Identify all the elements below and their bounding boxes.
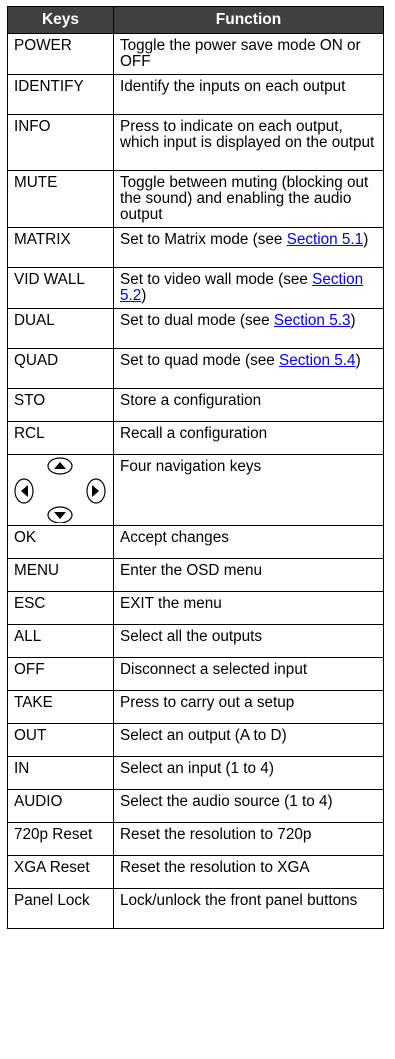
key-cell: MENU xyxy=(7,558,114,592)
key-cell: STO xyxy=(7,388,114,422)
table-row: OFF Disconnect a selected input xyxy=(7,657,384,691)
function-suffix: ) xyxy=(141,287,147,304)
arrow-up-icon xyxy=(47,457,73,475)
table-row: ESC EXIT the menu xyxy=(7,591,384,625)
function-cell: Set to Matrix mode (see Section 5.1) xyxy=(113,227,384,268)
table-row: MUTE Toggle between muting (blocking out… xyxy=(7,170,384,228)
function-text: Set to quad mode (see xyxy=(120,352,280,369)
function-cell: Lock/unlock the front panel buttons xyxy=(113,888,384,929)
function-cell: Press to indicate on each output, which … xyxy=(113,114,384,171)
key-cell: INFO xyxy=(7,114,114,171)
table-row: DUAL Set to dual mode (see Section 5.3) xyxy=(7,308,384,349)
table-row: OUT Select an output (A to D) xyxy=(7,723,384,757)
key-cell: TAKE xyxy=(7,690,114,724)
table-row: RCL Recall a configuration xyxy=(7,421,384,455)
key-cell: QUAD xyxy=(7,348,114,389)
key-cell: OUT xyxy=(7,723,114,757)
function-cell: Select an input (1 to 4) xyxy=(113,756,384,790)
function-suffix: ) xyxy=(355,352,361,369)
table-row: MATRIX Set to Matrix mode (see Section 5… xyxy=(7,227,384,268)
key-cell: MATRIX xyxy=(7,227,114,268)
section-link[interactable]: Section 5.4 xyxy=(279,352,356,369)
arrow-down-icon xyxy=(47,506,73,523)
function-cell: Set to video wall mode (see Section 5.2) xyxy=(113,267,384,309)
function-cell: Select an output (A to D) xyxy=(113,723,384,757)
navigation-keys-graphic xyxy=(14,457,106,523)
table-row: IDENTIFY Identify the inputs on each out… xyxy=(7,74,384,115)
key-cell: POWER xyxy=(7,33,114,75)
function-cell: Set to dual mode (see Section 5.3) xyxy=(113,308,384,349)
table-row: AUDIO Select the audio source (1 to 4) xyxy=(7,789,384,823)
function-cell: Enter the OSD menu xyxy=(113,558,384,592)
table-header-row: Keys Function xyxy=(7,6,384,34)
table-row: STO Store a configuration xyxy=(7,388,384,422)
function-cell: Select the audio source (1 to 4) xyxy=(113,789,384,823)
key-cell: ESC xyxy=(7,591,114,625)
key-cell: RCL xyxy=(7,421,114,455)
key-cell: OFF xyxy=(7,657,114,691)
key-cell: OK xyxy=(7,525,114,559)
key-cell: VID WALL xyxy=(7,267,114,309)
key-cell: DUAL xyxy=(7,308,114,349)
function-suffix: ) xyxy=(363,231,369,248)
navigation-keys-cell xyxy=(7,454,114,526)
table-row: Panel Lock Lock/unlock the front panel b… xyxy=(7,888,384,929)
arrow-left-icon xyxy=(14,478,34,504)
key-cell: AUDIO xyxy=(7,789,114,823)
table-row: IN Select an input (1 to 4) xyxy=(7,756,384,790)
table-row: TAKE Press to carry out a setup xyxy=(7,690,384,724)
function-cell: Four navigation keys xyxy=(113,454,384,526)
key-cell: XGA Reset xyxy=(7,855,114,889)
function-text: Set to video wall mode (see xyxy=(120,271,313,288)
function-cell: Accept changes xyxy=(113,525,384,559)
function-suffix: ) xyxy=(350,312,356,329)
header-function: Function xyxy=(113,6,384,34)
function-cell: Reset the resolution to 720p xyxy=(113,822,384,856)
function-cell: Select all the outputs xyxy=(113,624,384,658)
function-cell: Toggle between muting (blocking out the … xyxy=(113,170,384,228)
section-link[interactable]: Section 5.3 xyxy=(274,312,351,329)
function-cell: Set to quad mode (see Section 5.4) xyxy=(113,348,384,389)
table-row: QUAD Set to quad mode (see Section 5.4) xyxy=(7,348,384,389)
function-cell: Reset the resolution to XGA xyxy=(113,855,384,889)
table-row: XGA Reset Reset the resolution to XGA xyxy=(7,855,384,889)
function-cell: Recall a configuration xyxy=(113,421,384,455)
header-keys: Keys xyxy=(7,6,114,34)
function-cell: Identify the inputs on each output xyxy=(113,74,384,115)
table-row: INFO Press to indicate on each output, w… xyxy=(7,114,384,171)
table-row: OK Accept changes xyxy=(7,525,384,559)
function-text: Set to Matrix mode (see xyxy=(120,231,287,248)
arrow-right-icon xyxy=(86,478,106,504)
key-cell: MUTE xyxy=(7,170,114,228)
key-cell: IDENTIFY xyxy=(7,74,114,115)
function-cell: Disconnect a selected input xyxy=(113,657,384,691)
table-row: VID WALL Set to video wall mode (see Sec… xyxy=(7,267,384,309)
table-row: MENU Enter the OSD menu xyxy=(7,558,384,592)
table-row: POWER Toggle the power save mode ON or O… xyxy=(7,33,384,75)
table-row: 720p Reset Reset the resolution to 720p xyxy=(7,822,384,856)
function-text: Set to dual mode (see xyxy=(120,312,274,329)
function-cell: Press to carry out a setup xyxy=(113,690,384,724)
table-row: ALL Select all the outputs xyxy=(7,624,384,658)
key-cell: Panel Lock xyxy=(7,888,114,929)
function-cell: EXIT the menu xyxy=(113,591,384,625)
key-cell: 720p Reset xyxy=(7,822,114,856)
key-cell: ALL xyxy=(7,624,114,658)
table-row-navigation: Four navigation keys xyxy=(7,454,384,526)
section-link[interactable]: Section 5.1 xyxy=(287,231,364,248)
function-cell: Toggle the power save mode ON or OFF xyxy=(113,33,384,75)
key-cell: IN xyxy=(7,756,114,790)
function-cell: Store a configuration xyxy=(113,388,384,422)
keys-function-table: Keys Function POWER Toggle the power sav… xyxy=(7,6,384,929)
